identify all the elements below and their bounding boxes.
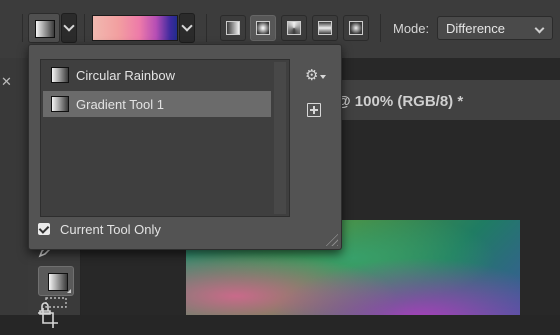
more-tools-indicator [67, 289, 71, 293]
chevron-down-icon [63, 20, 75, 32]
stamp-tool[interactable] [32, 294, 56, 318]
reflected-gradient-button[interactable] [312, 15, 338, 41]
current-tool-only-checkbox[interactable] [38, 223, 50, 235]
scrollbar[interactable] [274, 62, 286, 214]
diamond-gradient-button[interactable] [343, 15, 369, 41]
separator [84, 14, 85, 42]
separator [206, 14, 207, 42]
mode-label: Mode: [393, 21, 430, 36]
angle-gradient-button[interactable] [281, 15, 307, 41]
radial-gradient-icon [256, 21, 270, 35]
new-preset-button[interactable] [307, 103, 321, 117]
gradient-tool-icon [51, 96, 69, 112]
gradient-tool-icon [51, 67, 69, 83]
angle-gradient-icon [287, 21, 301, 35]
chevron-down-icon [534, 23, 545, 34]
separator [22, 14, 23, 42]
chevron-down-icon [320, 75, 326, 79]
linear-gradient-icon [226, 21, 240, 35]
tool-preset-dropdown-button[interactable] [61, 13, 77, 43]
chevron-down-icon [181, 20, 193, 32]
resize-grip[interactable] [324, 232, 338, 246]
list-item[interactable]: Gradient Tool 1 [43, 91, 271, 117]
gradient-picker-dropdown-button[interactable] [179, 13, 195, 43]
current-tool-only-label: Current Tool Only [60, 222, 161, 237]
list-item[interactable]: Circular Rainbow [43, 62, 271, 88]
preset-list: Circular Rainbow Gradient Tool 1 [40, 59, 290, 217]
tool-preset-picker: Circular Rainbow Gradient Tool 1 ⚙ Curre… [28, 44, 342, 250]
document-tab-title: @ 100% (RGB/8) * [336, 93, 464, 110]
reflected-gradient-icon [318, 21, 332, 35]
mode-select[interactable]: Difference [437, 16, 553, 40]
linear-gradient-button[interactable] [220, 15, 246, 41]
mode-select-value: Difference [446, 21, 506, 36]
gradient-preview[interactable] [92, 15, 178, 41]
diamond-gradient-icon [349, 21, 363, 35]
stamp-icon [39, 302, 51, 315]
preset-label: Gradient Tool 1 [76, 97, 164, 112]
gradient-icon [48, 273, 68, 291]
gradient-tool-icon [35, 20, 55, 38]
settings-menu-button[interactable]: ⚙ [305, 66, 327, 84]
close-icon[interactable]: ✕ [1, 74, 12, 90]
preset-label: Circular Rainbow [76, 68, 175, 83]
separator [380, 14, 381, 42]
tool-preset-button[interactable] [28, 13, 60, 43]
gradient-tool-button[interactable] [38, 266, 74, 296]
gear-icon: ⚙ [305, 67, 319, 84]
collapsed-panel: ✕ [0, 58, 29, 315]
radial-gradient-button[interactable] [250, 15, 276, 41]
